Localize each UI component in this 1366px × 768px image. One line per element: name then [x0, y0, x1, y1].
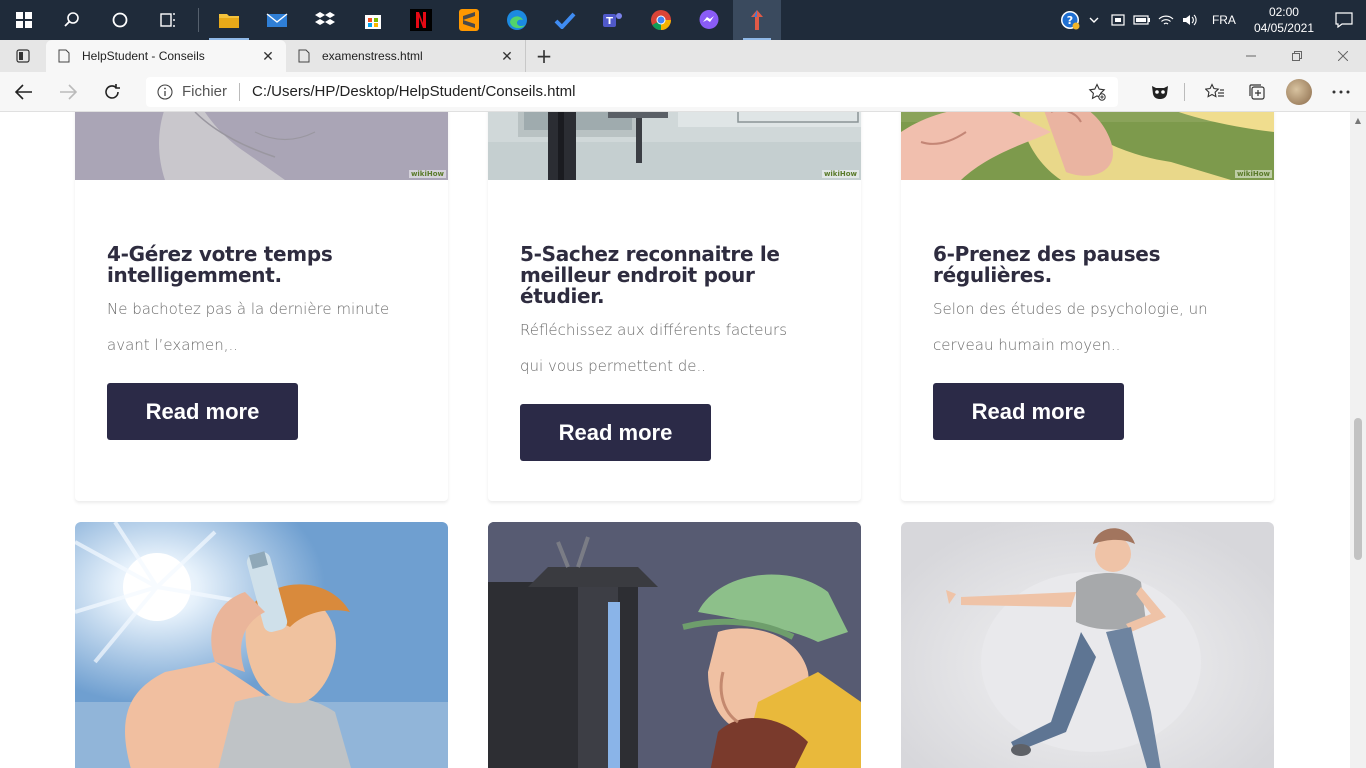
card-image — [901, 522, 1274, 768]
messenger-icon[interactable] — [685, 0, 733, 40]
system-tray: ? FRA 02:00 04/05/2021 — [1058, 0, 1366, 40]
read-more-button[interactable]: Read more — [520, 404, 711, 461]
tab-title: HelpStudent - Conseils — [82, 49, 205, 63]
card-best-study-place: wikiHow 5-Sachez reconnaitre le meilleur… — [488, 112, 861, 501]
page-scrollbar[interactable]: ▲ — [1350, 112, 1366, 768]
url-divider — [239, 82, 241, 101]
card-image: wikiHow — [488, 112, 861, 180]
card-image: wikiHow — [901, 112, 1274, 180]
page-content: wikiHow 4-Gérez votre temps intelligemme… — [0, 112, 1350, 768]
card-body: 4-Gérez votre temps intelligemment. Ne b… — [107, 244, 417, 440]
favorites-icon[interactable] — [1197, 74, 1233, 110]
battery-icon[interactable] — [1130, 0, 1154, 40]
profile-avatar[interactable] — [1281, 74, 1317, 110]
sublime-icon[interactable] — [445, 0, 493, 40]
network-adapter-icon[interactable] — [1106, 0, 1130, 40]
back-button[interactable] — [4, 72, 44, 112]
edge-icon[interactable] — [493, 0, 541, 40]
card-exercise — [901, 522, 1274, 768]
url-text[interactable]: C:/Users/HP/Desktop/HelpStudent/Conseils… — [252, 83, 1086, 100]
card-regular-breaks: wikiHow 6-Prenez des pauses régulières. … — [901, 112, 1274, 501]
card-hydration — [75, 522, 448, 768]
card-image: wikiHow — [75, 112, 448, 180]
card-excerpt: Selon des études de psychologie, un cerv… — [933, 300, 1208, 354]
card-body: 5-Sachez reconnaitre le meilleur endroit… — [520, 244, 830, 461]
card-image — [488, 522, 861, 768]
url-scheme-label: Fichier — [182, 83, 228, 100]
language-indicator[interactable]: FRA — [1202, 13, 1246, 27]
app-icon[interactable] — [733, 0, 781, 40]
svg-text:T: T — [606, 16, 613, 27]
window-controls — [1228, 40, 1366, 72]
notification-icon[interactable] — [1322, 0, 1366, 40]
toolbar-right — [1136, 74, 1359, 110]
refresh-button[interactable] — [92, 72, 132, 112]
search-icon[interactable] — [48, 0, 96, 40]
tab-actions-icon[interactable] — [0, 40, 46, 72]
chrome-icon[interactable] — [637, 0, 685, 40]
netflix-icon[interactable] — [397, 0, 445, 40]
scrollbar-thumb[interactable] — [1354, 418, 1362, 560]
card-excerpt: Réfléchissez aux différents facteurs qui… — [520, 321, 788, 375]
card-title: 4-Gérez votre temps intelligemment. — [107, 242, 333, 287]
clock-date: 04/05/2021 — [1253, 21, 1314, 35]
page-icon — [296, 48, 312, 64]
forward-button[interactable] — [48, 72, 88, 112]
address-bar[interactable]: Fichier C:/Users/HP/Desktop/HelpStudent/… — [146, 76, 1118, 107]
windows-taskbar: T ? FRA 02:00 04/05/2021 — [0, 0, 1366, 40]
help-icon[interactable]: ? — [1058, 0, 1082, 40]
taskbar-separator — [198, 8, 199, 32]
wikihow-watermark: wikiHow — [408, 170, 446, 178]
read-more-button[interactable]: Read more — [933, 383, 1124, 440]
file-explorer-icon[interactable] — [205, 0, 253, 40]
tab-examenstress[interactable]: examenstress.html ✕ — [286, 40, 526, 72]
browser-tab-strip: HelpStudent - Conseils ✕ examenstress.ht… — [0, 40, 1366, 72]
new-tab-button[interactable]: + — [526, 40, 562, 72]
teams-icon[interactable]: T — [589, 0, 637, 40]
card-excerpt: Ne bachotez pas à la dernière minute ava… — [107, 300, 390, 354]
card-no-tv — [488, 522, 861, 768]
volume-icon[interactable] — [1178, 0, 1202, 40]
browser-toolbar: Fichier C:/Users/HP/Desktop/HelpStudent/… — [0, 72, 1366, 112]
tab-title: examenstress.html — [322, 49, 423, 63]
wikihow-watermark: wikiHow — [821, 170, 859, 178]
info-icon[interactable] — [156, 83, 174, 101]
page-icon — [56, 48, 72, 64]
svg-text:?: ? — [1067, 14, 1073, 27]
read-more-button[interactable]: Read more — [107, 383, 298, 440]
card-title: 6-Prenez des pauses régulières. — [933, 242, 1161, 287]
scroll-up-icon[interactable]: ▲ — [1354, 116, 1362, 125]
card-image — [75, 522, 448, 768]
card-title: 5-Sachez reconnaitre le meilleur endroit… — [520, 242, 780, 308]
add-favorite-icon[interactable] — [1086, 81, 1108, 103]
restore-button[interactable] — [1274, 40, 1320, 72]
chevron-up-icon[interactable] — [1082, 0, 1106, 40]
clock[interactable]: 02:00 04/05/2021 — [1246, 4, 1322, 36]
collections-icon[interactable] — [1239, 74, 1275, 110]
clock-time: 02:00 — [1268, 5, 1299, 19]
dropbox-icon[interactable] — [301, 0, 349, 40]
store-icon[interactable] — [349, 0, 397, 40]
todo-icon[interactable] — [541, 0, 589, 40]
close-tab-icon[interactable]: ✕ — [499, 48, 515, 64]
wikihow-watermark: wikiHow — [1234, 170, 1272, 178]
cortana-icon[interactable] — [96, 0, 144, 40]
mail-icon[interactable] — [253, 0, 301, 40]
card-body: 6-Prenez des pauses régulières. Selon de… — [933, 244, 1243, 440]
tab-helpstudent-conseils[interactable]: HelpStudent - Conseils ✕ — [46, 40, 286, 72]
minimize-button[interactable] — [1228, 40, 1274, 72]
start-icon[interactable] — [0, 0, 48, 40]
toolbar-separator — [1184, 82, 1185, 101]
wifi-icon[interactable] — [1154, 0, 1178, 40]
close-window-button[interactable] — [1320, 40, 1366, 72]
close-tab-icon[interactable]: ✕ — [260, 48, 276, 64]
task-view-icon[interactable] — [144, 0, 192, 40]
extension-icon[interactable] — [1142, 74, 1178, 110]
avatar — [1286, 78, 1312, 105]
more-options-icon[interactable] — [1323, 74, 1359, 110]
card-time-management: wikiHow 4-Gérez votre temps intelligemme… — [75, 112, 448, 501]
